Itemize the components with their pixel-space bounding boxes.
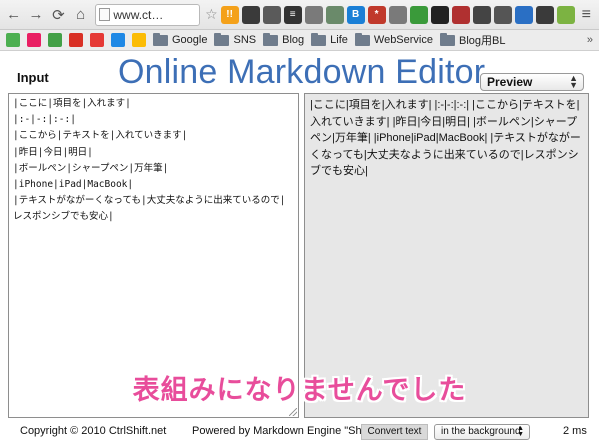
url-text: www.ct… <box>113 7 164 22</box>
bookmark-gmail-icon[interactable] <box>69 33 83 47</box>
bookmark-star-icon[interactable]: ☆ <box>205 6 218 23</box>
timing-readout: 2 ms <box>563 425 587 437</box>
resize-grip-icon[interactable] <box>289 408 297 416</box>
ext-elephant-icon[interactable] <box>325 5 344 24</box>
ext-frame-icon[interactable] <box>514 5 533 24</box>
select-arrows-icon: ▲ ▼ <box>569 73 578 90</box>
folder-icon <box>354 32 370 46</box>
ext-asterisk-icon[interactable]: * <box>367 5 386 24</box>
bookmark-flickr-icon[interactable] <box>27 33 41 47</box>
select-arrows-icon: ▲ ▼ <box>517 425 524 438</box>
bookmark-folder-label: Life <box>330 34 348 46</box>
bookmark-drive-icon[interactable] <box>132 33 146 47</box>
bookmarks-bar: Google SNS Blog Life WebService Blog用BL » <box>0 30 599 51</box>
input-line: |iPhone|iPad|MacBook| <box>13 179 134 191</box>
ext-camera-icon[interactable] <box>472 5 491 24</box>
input-line: |ボールペン|シャープペン|万年筆| <box>13 162 169 174</box>
ext-diamond-icon[interactable] <box>556 5 575 24</box>
bookmarks-more-icon[interactable]: » <box>587 34 593 46</box>
input-label: Input <box>17 70 49 85</box>
footer-copyright: Copyright © 2010 CtrlShift.net <box>20 425 167 437</box>
footer-powered-by: Powered by Markdown Engine "Sh <box>192 425 362 437</box>
preview-select[interactable]: Preview ▲ ▼ <box>480 73 584 91</box>
bookmark-leaf-icon[interactable] <box>48 33 62 47</box>
bookmark-folder[interactable]: Life <box>311 32 348 46</box>
bookmark-folder-label: SNS <box>233 34 257 46</box>
bookmark-folder[interactable]: Google <box>153 32 208 46</box>
input-line: |昨日|今日|明日| <box>13 146 93 158</box>
address-bar[interactable]: www.ct… <box>95 3 201 26</box>
bookmark-folder-label: WebService <box>373 34 433 46</box>
preview-text: |ここに|項目を|入れます| |:-|-:|:-:| |ここから|テキストを|入… <box>310 99 581 177</box>
folder-icon <box>311 32 327 46</box>
folder-icon <box>153 32 168 46</box>
forward-arrow-icon[interactable]: → <box>26 5 45 25</box>
ext-hatebu-icon[interactable]: !! <box>220 5 239 24</box>
bookmark-folder[interactable]: Blog用BL <box>440 32 505 48</box>
ext-b-icon[interactable]: B <box>346 5 365 24</box>
folder-icon <box>214 32 230 46</box>
home-icon[interactable]: ⌂ <box>71 5 90 25</box>
back-arrow-icon[interactable]: ← <box>4 5 23 25</box>
bookmark-green-icon[interactable] <box>6 33 20 47</box>
input-line: |ここに|項目を|入れます| <box>13 98 131 109</box>
bookmark-folder[interactable]: WebService <box>354 32 433 46</box>
page-title: Online Markdown Editor <box>118 53 486 91</box>
bookmark-folder-label: Blog <box>282 34 305 46</box>
bookmark-folder-label: Google <box>172 34 208 46</box>
browser-toolbar: ← → ⟳ ⌂ www.ct… ☆ !! ≡ B * ≡ <box>0 0 599 30</box>
bookmark-folder-label: Blog用BL <box>459 35 506 47</box>
folder-icon <box>440 32 455 46</box>
folder-icon <box>263 32 279 46</box>
ext-copy-icon[interactable] <box>388 5 407 24</box>
convert-text-button[interactable]: Convert text <box>361 424 428 440</box>
bookmark-red-icon[interactable] <box>90 33 104 47</box>
conversion-mode-value: in the background <box>441 426 521 437</box>
bookmark-folder[interactable]: SNS <box>214 32 257 46</box>
ext-circle-icon[interactable] <box>430 5 449 24</box>
ext-pin-icon[interactable] <box>493 5 512 24</box>
input-line: |:-|-:|:-:| <box>13 114 76 126</box>
ext-pocket-icon[interactable] <box>304 5 323 24</box>
input-line: |テキストがながーくなっても|大丈夫なように出来ているので|レスポンシブでも安心… <box>13 195 286 223</box>
extension-icons: !! ≡ B * <box>220 5 575 24</box>
reload-icon[interactable]: ⟳ <box>49 5 68 25</box>
page-icon <box>99 8 111 21</box>
bookmark-calendar-icon[interactable] <box>111 33 125 47</box>
bookmark-folder[interactable]: Blog <box>263 32 305 46</box>
ext-stack-icon[interactable]: ≡ <box>283 5 302 24</box>
ext-evernote-icon[interactable] <box>241 5 260 24</box>
preview-select-value: Preview <box>487 75 533 89</box>
conversion-mode-select[interactable]: in the background ▲ ▼ <box>434 424 530 440</box>
input-line: |ここから|テキストを|入れていきます| <box>13 130 188 142</box>
menu-icon[interactable]: ≡ <box>578 6 595 24</box>
ext-gear-icon[interactable] <box>262 5 281 24</box>
ext-mask-icon[interactable] <box>451 5 470 24</box>
ext-leaf-icon[interactable] <box>409 5 428 24</box>
overlay-caption: 表組みになりませんでした <box>132 375 467 405</box>
ext-chart-icon[interactable] <box>535 5 554 24</box>
